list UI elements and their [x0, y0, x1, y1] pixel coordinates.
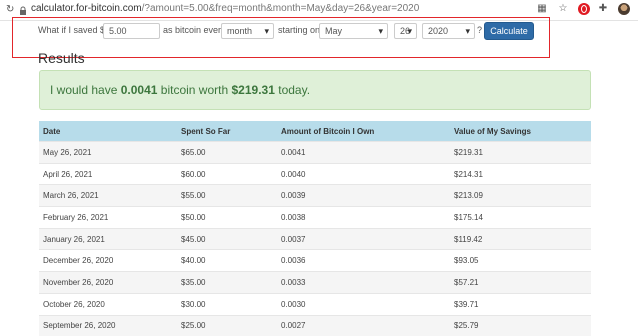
worth-value: $219.31: [231, 83, 275, 97]
table-row: May 26, 2021 $65.00 0.0041 $219.31: [39, 141, 591, 164]
cell-bitcoin: 0.0039: [277, 184, 450, 207]
cell-value: $57.21: [450, 271, 591, 294]
table-row: November 26, 2020 $35.00 0.0033 $57.21: [39, 271, 591, 294]
cell-spent: $65.00: [177, 141, 277, 164]
cell-bitcoin: 0.0033: [277, 271, 450, 294]
puzzle-extensions-icon[interactable]: ✚: [597, 3, 609, 15]
bitcoin-amount: 0.0041: [120, 83, 158, 97]
summary-middle: bitcoin worth: [160, 83, 229, 97]
table-row: March 26, 2021 $55.00 0.0039 $213.09: [39, 184, 591, 207]
url-host: calculator.for-bitcoin.com: [31, 3, 142, 14]
cell-bitcoin: 0.0037: [277, 227, 450, 250]
header-bitcoin-owned: Amount of Bitcoin I Own: [281, 126, 375, 136]
result-summary-alert: I would have 0.0041 bitcoin worth $219.3…: [39, 70, 591, 110]
cell-bitcoin: 0.0030: [277, 292, 450, 315]
cell-date: January 26, 2021: [39, 227, 177, 250]
table-row: December 26, 2020 $40.00 0.0036 $93.05: [39, 249, 591, 272]
table-row: February 26, 2021 $50.00 0.0038 $175.14: [39, 206, 591, 229]
cell-date: November 26, 2020: [39, 271, 177, 294]
table-row: September 26, 2020 $25.00 0.0027 $25.79: [39, 314, 591, 336]
summary-suffix: today.: [278, 83, 311, 97]
cell-value: $214.31: [450, 162, 591, 185]
cell-bitcoin: 0.0040: [277, 162, 450, 185]
url-path: /?amount=5.00&freq=month&month=May&day=2…: [141, 3, 420, 14]
cell-date: May 26, 2021: [39, 141, 177, 164]
cell-value: $119.42: [450, 227, 591, 250]
results-heading: Results: [38, 50, 85, 66]
opera-extension-icon[interactable]: [578, 3, 590, 15]
cell-date: April 26, 2021: [39, 162, 177, 185]
table-row: October 26, 2020 $30.00 0.0030 $39.71: [39, 292, 591, 315]
cell-date: March 26, 2021: [39, 184, 177, 207]
table-row: April 26, 2021 $60.00 0.0040 $214.31: [39, 162, 591, 185]
cell-spent: $50.00: [177, 206, 277, 229]
cell-date: February 26, 2021: [39, 206, 177, 229]
cell-value: $175.14: [450, 206, 591, 229]
cell-value: $25.79: [450, 314, 591, 336]
cell-value: $213.09: [450, 184, 591, 207]
reload-icon[interactable]: ↻: [6, 4, 17, 15]
profile-avatar[interactable]: [618, 3, 630, 15]
header-value: Value of My Savings: [454, 126, 531, 136]
header-spent: Spent So Far: [181, 126, 231, 136]
qr-code-icon[interactable]: ▦: [536, 3, 548, 15]
cell-spent: $60.00: [177, 162, 277, 185]
star-icon[interactable]: ☆: [557, 3, 569, 15]
cell-date: December 26, 2020: [39, 249, 177, 272]
lock-icon[interactable]: [19, 3, 27, 15]
cell-spent: $35.00: [177, 271, 277, 294]
header-date: Date: [43, 126, 61, 136]
table-row: January 26, 2021 $45.00 0.0037 $119.42: [39, 227, 591, 250]
cell-spent: $45.00: [177, 227, 277, 250]
cell-value: $93.05: [450, 249, 591, 272]
cell-spent: $30.00: [177, 292, 277, 315]
cell-spent: $55.00: [177, 184, 277, 207]
url-text[interactable]: calculator.for-bitcoin.com/?amount=5.00&…: [31, 3, 419, 14]
highlight-annotation-box: [12, 17, 550, 58]
cell-bitcoin: 0.0036: [277, 249, 450, 272]
cell-spent: $25.00: [177, 314, 277, 336]
cell-spent: $40.00: [177, 249, 277, 272]
cell-bitcoin: 0.0027: [277, 314, 450, 336]
cell-value: $219.31: [450, 141, 591, 164]
cell-bitcoin: 0.0038: [277, 206, 450, 229]
savings-history-table: Date Spent So Far Amount of Bitcoin I Ow…: [39, 121, 591, 336]
table-header-row: Date Spent So Far Amount of Bitcoin I Ow…: [39, 121, 591, 142]
cell-bitcoin: 0.0041: [277, 141, 450, 164]
summary-prefix: I would have: [50, 83, 118, 97]
cell-date: October 26, 2020: [39, 292, 177, 315]
cell-value: $39.71: [450, 292, 591, 315]
cell-date: September 26, 2020: [39, 314, 177, 336]
